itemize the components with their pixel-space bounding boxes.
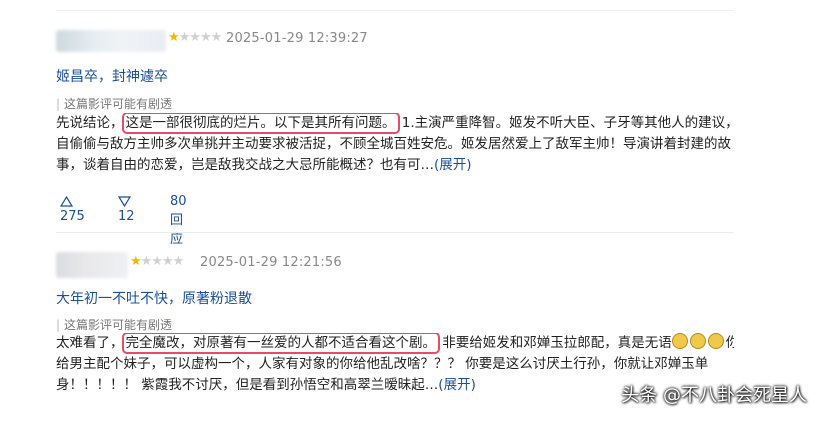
reply-link[interactable]: 80回应 <box>170 194 187 247</box>
blurred-username[interactable] <box>56 252 128 278</box>
expand-link[interactable]: (展开) <box>438 377 476 393</box>
review-line: 先说结论， 这是一部很彻底的烂片。以下是其所有问题。 1.主演严重降智。姬发不听大… <box>56 113 734 134</box>
thumb-up-triangle-icon <box>59 195 74 207</box>
star-icon: ★ <box>168 30 180 45</box>
review-line: 自偷偷与敌方主帅多次单挑并主动要求被活捉，不顾全城百姓安危。姬发居然爱上了敌军主… <box>56 136 731 152</box>
review-header: ★★★★★ 2025-01-29 12:21:56 <box>56 250 736 278</box>
review-title[interactable]: 大年初一不吐不快，原著粉退散 <box>56 288 252 308</box>
top-divider <box>56 10 734 11</box>
review-body: 先说结论， 这是一部很彻底的烂片。以下是其所有问题。 1.主演严重降智。姬发不听大… <box>56 113 734 176</box>
review-item: ★★★★★ 2025-01-29 12:39:27 姬昌卒，封神遽卒 | 这篇影评… <box>56 26 736 247</box>
review-time[interactable]: 2025-01-29 12:21:56 <box>200 255 342 270</box>
useful-button[interactable]: 275 <box>59 194 85 224</box>
review-header: ★★★★★ 2025-01-29 12:39:27 <box>56 26 736 54</box>
review-line: 事，谈着自由的恋爱，岂是敌我交战之大忌所能概述？也有可…(展开) <box>56 157 472 173</box>
spoiler-note: | 这篇影评可能有剧透 <box>56 97 173 111</box>
review-line: 给男主配个妹子，可以虚构一个，人家有对象的你给他乱改啥？？？ 你要是这么讨厌土行… <box>56 356 709 372</box>
expand-link[interactable]: (展开) <box>434 157 472 173</box>
star-rating: ★★★★★ <box>168 30 223 45</box>
review-time[interactable]: 2025-01-29 12:39:27 <box>226 31 368 46</box>
review-line: 太难看了， 完全魔改，对原著有一丝爱的人都不适合看这个剧。 非要给姬发和邓婵玉拉郎… <box>56 333 734 354</box>
watermark: 头条 @不八卦会死星人 <box>621 385 807 406</box>
highlighted-text: 这是一部很彻底的烂片。以下是其所有问题。 <box>121 113 400 134</box>
emoji-icon <box>707 333 724 349</box>
star-rating: ★★★★★ <box>130 254 185 269</box>
spoiler-note: | 这篇影评可能有剧透 <box>56 318 173 332</box>
emoji-icon <box>671 333 688 349</box>
highlighted-text: 完全魔改，对原著有一丝爱的人都不适合看这个剧。 <box>121 333 440 354</box>
blurred-username[interactable] <box>56 30 166 52</box>
star-icon: ★ <box>130 254 142 269</box>
thumb-down-triangle-icon <box>117 196 132 208</box>
useless-button[interactable]: 12 <box>117 194 135 224</box>
review-divider <box>56 232 734 233</box>
review-item: ★★★★★ 2025-01-29 12:21:56 大年初一不吐不快，原著粉退散… <box>56 250 736 393</box>
star-icon: ★★★★ <box>178 30 223 45</box>
emoji-icon <box>689 333 706 349</box>
review-title[interactable]: 姬昌卒，封神遽卒 <box>56 66 168 86</box>
star-icon: ★★★★ <box>140 254 185 269</box>
